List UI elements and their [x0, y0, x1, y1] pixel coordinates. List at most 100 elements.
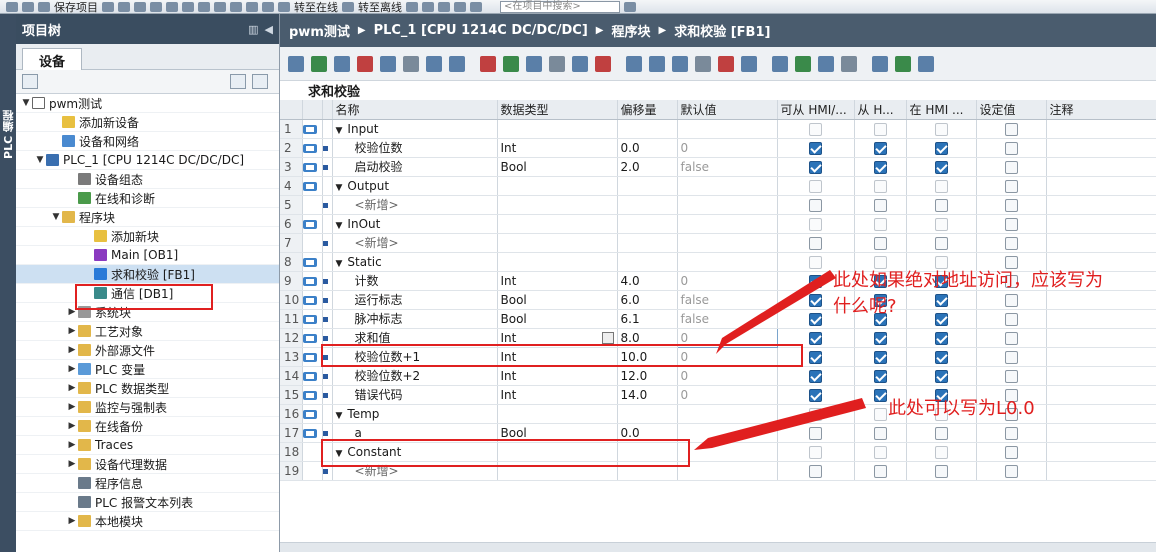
table-row[interactable]: 4 ▼ Output — [280, 176, 1156, 196]
hmi-accessible-checkbox[interactable] — [809, 350, 822, 364]
default-value-cell[interactable] — [677, 404, 778, 424]
default-value-cell[interactable]: 0 — [676, 327, 778, 348]
tree-item[interactable]: ▶ PLC 数据类型 — [16, 379, 279, 398]
default-value-cell[interactable]: false — [677, 309, 778, 329]
hmi-visible-checkbox[interactable] — [873, 236, 887, 250]
tree-item[interactable]: ▶ Traces — [16, 436, 279, 455]
hmi-settable-checkbox[interactable] — [934, 141, 948, 155]
hmi-accessible-checkbox[interactable] — [809, 426, 822, 440]
default-value-cell[interactable]: 0 — [677, 347, 778, 367]
hmi-visible-checkbox[interactable] — [873, 350, 887, 364]
stop-cpu-icon[interactable] — [438, 1, 450, 12]
setpoint-checkbox[interactable] — [1004, 198, 1018, 212]
default-value-cell[interactable]: false — [677, 157, 778, 177]
breadcrumb-block[interactable]: 求和校验 [FB1] — [674, 21, 770, 40]
go-online-button[interactable]: 转至在线 — [294, 0, 338, 14]
hmi-accessible-checkbox[interactable] — [809, 369, 822, 383]
modify-icon[interactable] — [718, 56, 734, 72]
datatype-cell[interactable]: Int — [497, 271, 618, 291]
hmi-accessible-checkbox[interactable] — [809, 445, 822, 459]
tree-item[interactable]: PLC 报警文本列表 — [16, 493, 279, 512]
name-cell[interactable]: ▼ Input — [332, 119, 498, 139]
comment-cell[interactable] — [1046, 214, 1156, 234]
setpoint-checkbox[interactable] — [1004, 426, 1018, 440]
datatype-cell[interactable] — [497, 404, 618, 424]
comment-cell[interactable] — [1046, 366, 1156, 386]
hmi-accessible-checkbox[interactable] — [809, 255, 822, 269]
undo-icon[interactable] — [182, 1, 194, 12]
name-cell[interactable]: ▼ Output — [332, 176, 498, 196]
network-comment-icon[interactable] — [403, 56, 419, 72]
set-start-value-icon[interactable] — [818, 56, 834, 72]
table-row[interactable]: 5 <新增> — [280, 195, 1156, 215]
expand-icon[interactable]: ▶ — [66, 345, 78, 355]
setpoint-checkbox[interactable] — [1004, 350, 1018, 364]
comment-cell[interactable] — [1046, 461, 1156, 481]
breadcrumb-plc[interactable]: PLC_1 [CPU 1214C DC/DC/DC] — [374, 23, 588, 38]
hmi-accessible-checkbox[interactable] — [809, 236, 822, 250]
offset-header[interactable]: 偏移量 — [617, 100, 678, 120]
expand-icon[interactable]: ▶ — [66, 402, 78, 412]
name-cell[interactable]: 运行标志 — [332, 290, 498, 310]
cut-icon[interactable] — [118, 1, 130, 12]
table-row[interactable]: 13 校验位数+1 Int 10.0 0 — [280, 347, 1156, 367]
hmi-accessible-checkbox[interactable] — [809, 293, 822, 307]
name-cell[interactable]: a — [332, 423, 498, 443]
table-row[interactable]: 17 a Bool 0.0 — [280, 423, 1156, 443]
datatype-cell[interactable] — [497, 461, 618, 481]
expand-icon[interactable]: ▶ — [66, 364, 78, 374]
save-project-button[interactable]: 保存项目 — [54, 0, 98, 14]
split-editor-icon[interactable] — [470, 1, 482, 12]
monitor-icon[interactable] — [649, 56, 665, 72]
name-cell[interactable]: 错误代码 — [332, 385, 498, 405]
default-value-cell[interactable] — [677, 214, 778, 234]
hmi-settable-checkbox[interactable] — [934, 445, 948, 459]
list-view-icon[interactable] — [449, 56, 465, 72]
go-offline-icon[interactable] — [342, 1, 354, 12]
default-value-cell[interactable] — [677, 119, 778, 139]
hmi-settable-checkbox[interactable] — [934, 369, 948, 383]
hmi-accessible-checkbox[interactable] — [809, 217, 822, 231]
section-collapse-icon[interactable]: ▼ — [336, 126, 343, 136]
plc-programming-tab[interactable]: PLC 编程 — [1, 110, 17, 159]
datatype-cell[interactable] — [497, 214, 618, 234]
tree-item[interactable]: 添加新设备 — [16, 113, 279, 132]
hmi-accessible-checkbox[interactable] — [809, 122, 822, 136]
datatype-cell[interactable] — [497, 442, 618, 462]
force-icon[interactable] — [795, 56, 811, 72]
comment-cell[interactable] — [1046, 423, 1156, 443]
paste-icon[interactable] — [150, 1, 162, 12]
default-value-cell[interactable] — [677, 195, 778, 215]
hmi-visible-checkbox[interactable] — [873, 160, 887, 174]
tree-item[interactable]: Main [OB1] — [16, 246, 279, 265]
comment-cell[interactable] — [1046, 328, 1156, 348]
setpoint-header[interactable]: 设定值 — [976, 100, 1047, 120]
hmi-settable-checkbox[interactable] — [934, 179, 948, 193]
setpoint-checkbox[interactable] — [1004, 445, 1018, 459]
tree-item[interactable]: 添加新块 — [16, 227, 279, 246]
keep-actual-icon[interactable] — [895, 56, 911, 72]
tree-options-icon[interactable] — [22, 74, 38, 89]
hmi-access-header[interactable]: 可从 HMI/... — [777, 100, 855, 120]
collapse-icon[interactable]: ▼ — [34, 155, 46, 165]
expand-icon[interactable]: ▶ — [66, 307, 78, 317]
add-row-icon[interactable] — [311, 56, 327, 72]
section-collapse-icon[interactable]: ▼ — [336, 411, 343, 421]
block-comment-icon[interactable] — [426, 56, 442, 72]
tree-item[interactable]: ▼ 程序块 — [16, 208, 279, 227]
breadcrumb-program-blocks[interactable]: 程序块 — [611, 21, 650, 40]
hmi-visible-checkbox[interactable] — [873, 198, 887, 212]
name-cell[interactable]: 校验位数 — [332, 138, 498, 158]
tree-item[interactable]: ▶ 外部源文件 — [16, 341, 279, 360]
hmi-settable-header[interactable]: 在 HMI ... — [906, 100, 977, 120]
hmi-accessible-checkbox[interactable] — [809, 331, 822, 345]
compare-icon[interactable] — [872, 56, 888, 72]
datatype-cell[interactable] — [497, 176, 618, 196]
tree-item[interactable]: 通信 [DB1] — [16, 284, 279, 303]
setpoint-checkbox[interactable] — [1004, 141, 1018, 155]
previous-icon[interactable] — [672, 56, 688, 72]
go-online-icon[interactable] — [278, 1, 290, 12]
hmi-settable-checkbox[interactable] — [934, 255, 948, 269]
insert-network-icon[interactable] — [357, 56, 373, 72]
tree-item[interactable]: 设备和网络 — [16, 132, 279, 151]
